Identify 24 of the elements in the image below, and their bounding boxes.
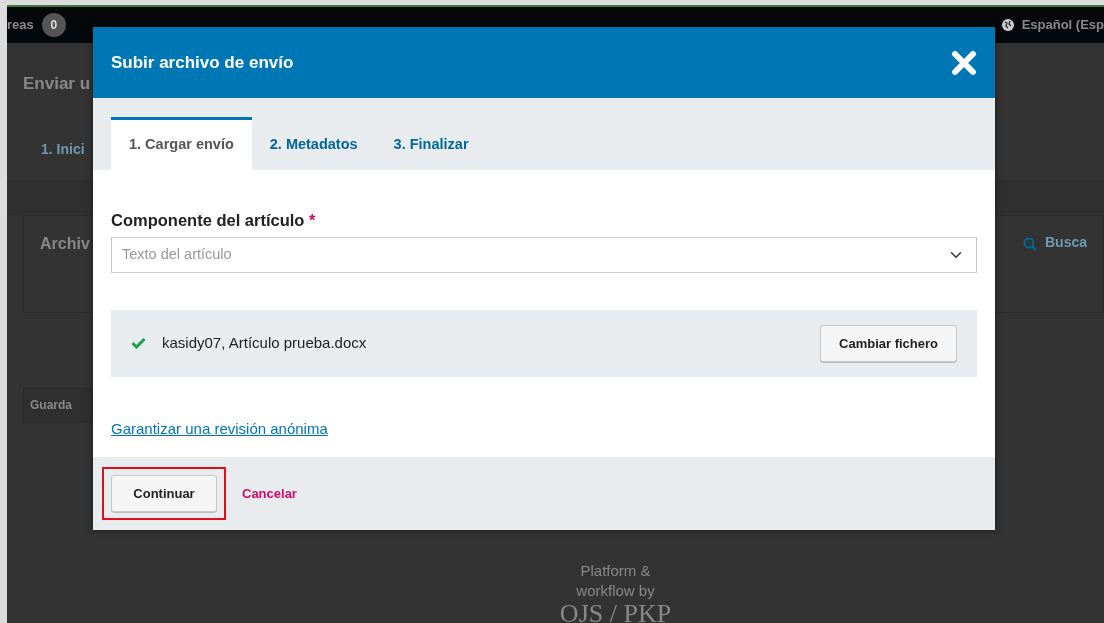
language-menu[interactable]: Español (Esp bbox=[1021, 15, 1104, 35]
tab[interactable]: 3. Finalizar bbox=[375, 117, 487, 170]
cancel-link[interactable]: Cancelar bbox=[242, 483, 297, 504]
change-file-button[interactable]: Cambiar fichero bbox=[820, 324, 957, 362]
close-button[interactable] bbox=[951, 49, 977, 76]
continue-button[interactable]: Continuar bbox=[111, 475, 217, 512]
file-name: kasidy07, Artículo prueba.docx bbox=[162, 333, 367, 353]
search-icon bbox=[1022, 237, 1037, 251]
panel-title: Archiv bbox=[40, 233, 90, 254]
globe-icon bbox=[1001, 19, 1014, 31]
field-label: Componente del artículo * bbox=[111, 210, 317, 231]
review-link[interactable]: Garantizar una revisión anónima bbox=[111, 419, 328, 437]
tab[interactable]: 1. Cargar envío bbox=[111, 117, 252, 170]
step-tab[interactable]: 1. Inici bbox=[41, 138, 85, 160]
tab[interactable]: 2. Metadatos bbox=[251, 117, 376, 170]
footer-logo: OJS / PKP bbox=[559, 600, 672, 623]
count-badge: 0 bbox=[41, 13, 66, 37]
page-title: Enviar u bbox=[23, 73, 92, 95]
tasks-link[interactable]: reas bbox=[7, 15, 34, 35]
footer-text: workflow by bbox=[576, 580, 655, 601]
footer-text: Platform & bbox=[580, 560, 651, 581]
select-field[interactable]: Texto del artículo bbox=[111, 236, 977, 273]
search-link[interactable]: Busca bbox=[1022, 231, 1087, 253]
dialog-title: Subir archivo de envío bbox=[111, 51, 294, 74]
